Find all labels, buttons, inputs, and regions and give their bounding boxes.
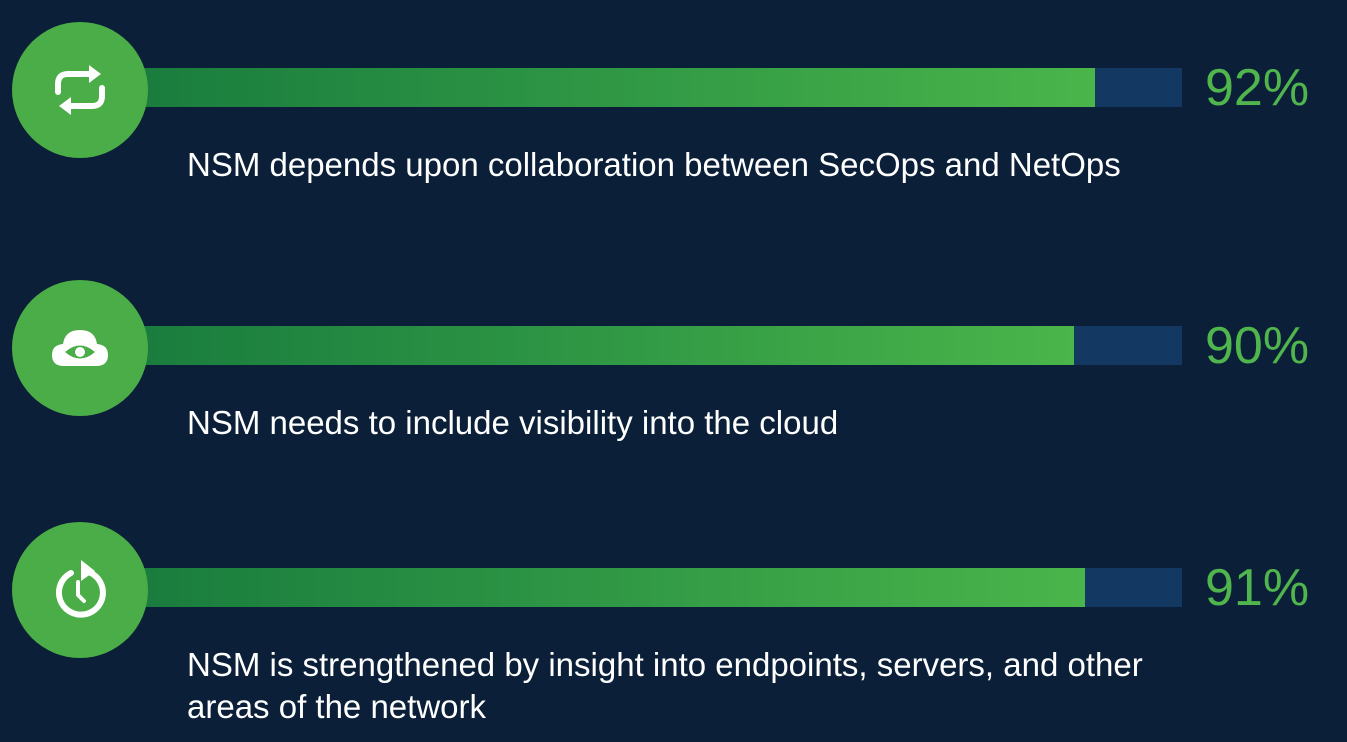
stat-description: NSM is strengthened by insight into endp… — [187, 646, 1143, 725]
bar-value-label: 91% — [1205, 559, 1310, 617]
bar-value-label: 90% — [1205, 317, 1310, 375]
refresh-clock-icon — [12, 522, 148, 658]
bar-track — [100, 68, 1182, 107]
bar-fill — [100, 68, 1096, 107]
stat-description: NSM depends upon collaboration between S… — [187, 146, 1121, 183]
sync-arrows-icon — [12, 22, 148, 158]
bar-track — [100, 568, 1182, 607]
stat-row-endpoint-insight: 91% NSM is strengthened by insight into … — [0, 522, 1347, 725]
bar-fill — [100, 326, 1074, 365]
stat-row-cloud-visibility: 90% NSM needs to include visibility into… — [0, 280, 1347, 470]
bar-track — [100, 326, 1182, 365]
bar-fill — [100, 568, 1085, 607]
stat-row-collaboration: 92% NSM depends upon collaboration betwe… — [0, 22, 1347, 212]
cloud-eye-icon — [12, 280, 148, 416]
stat-description: NSM needs to include visibility into the… — [187, 404, 839, 441]
bar-value-label: 92% — [1205, 59, 1310, 117]
